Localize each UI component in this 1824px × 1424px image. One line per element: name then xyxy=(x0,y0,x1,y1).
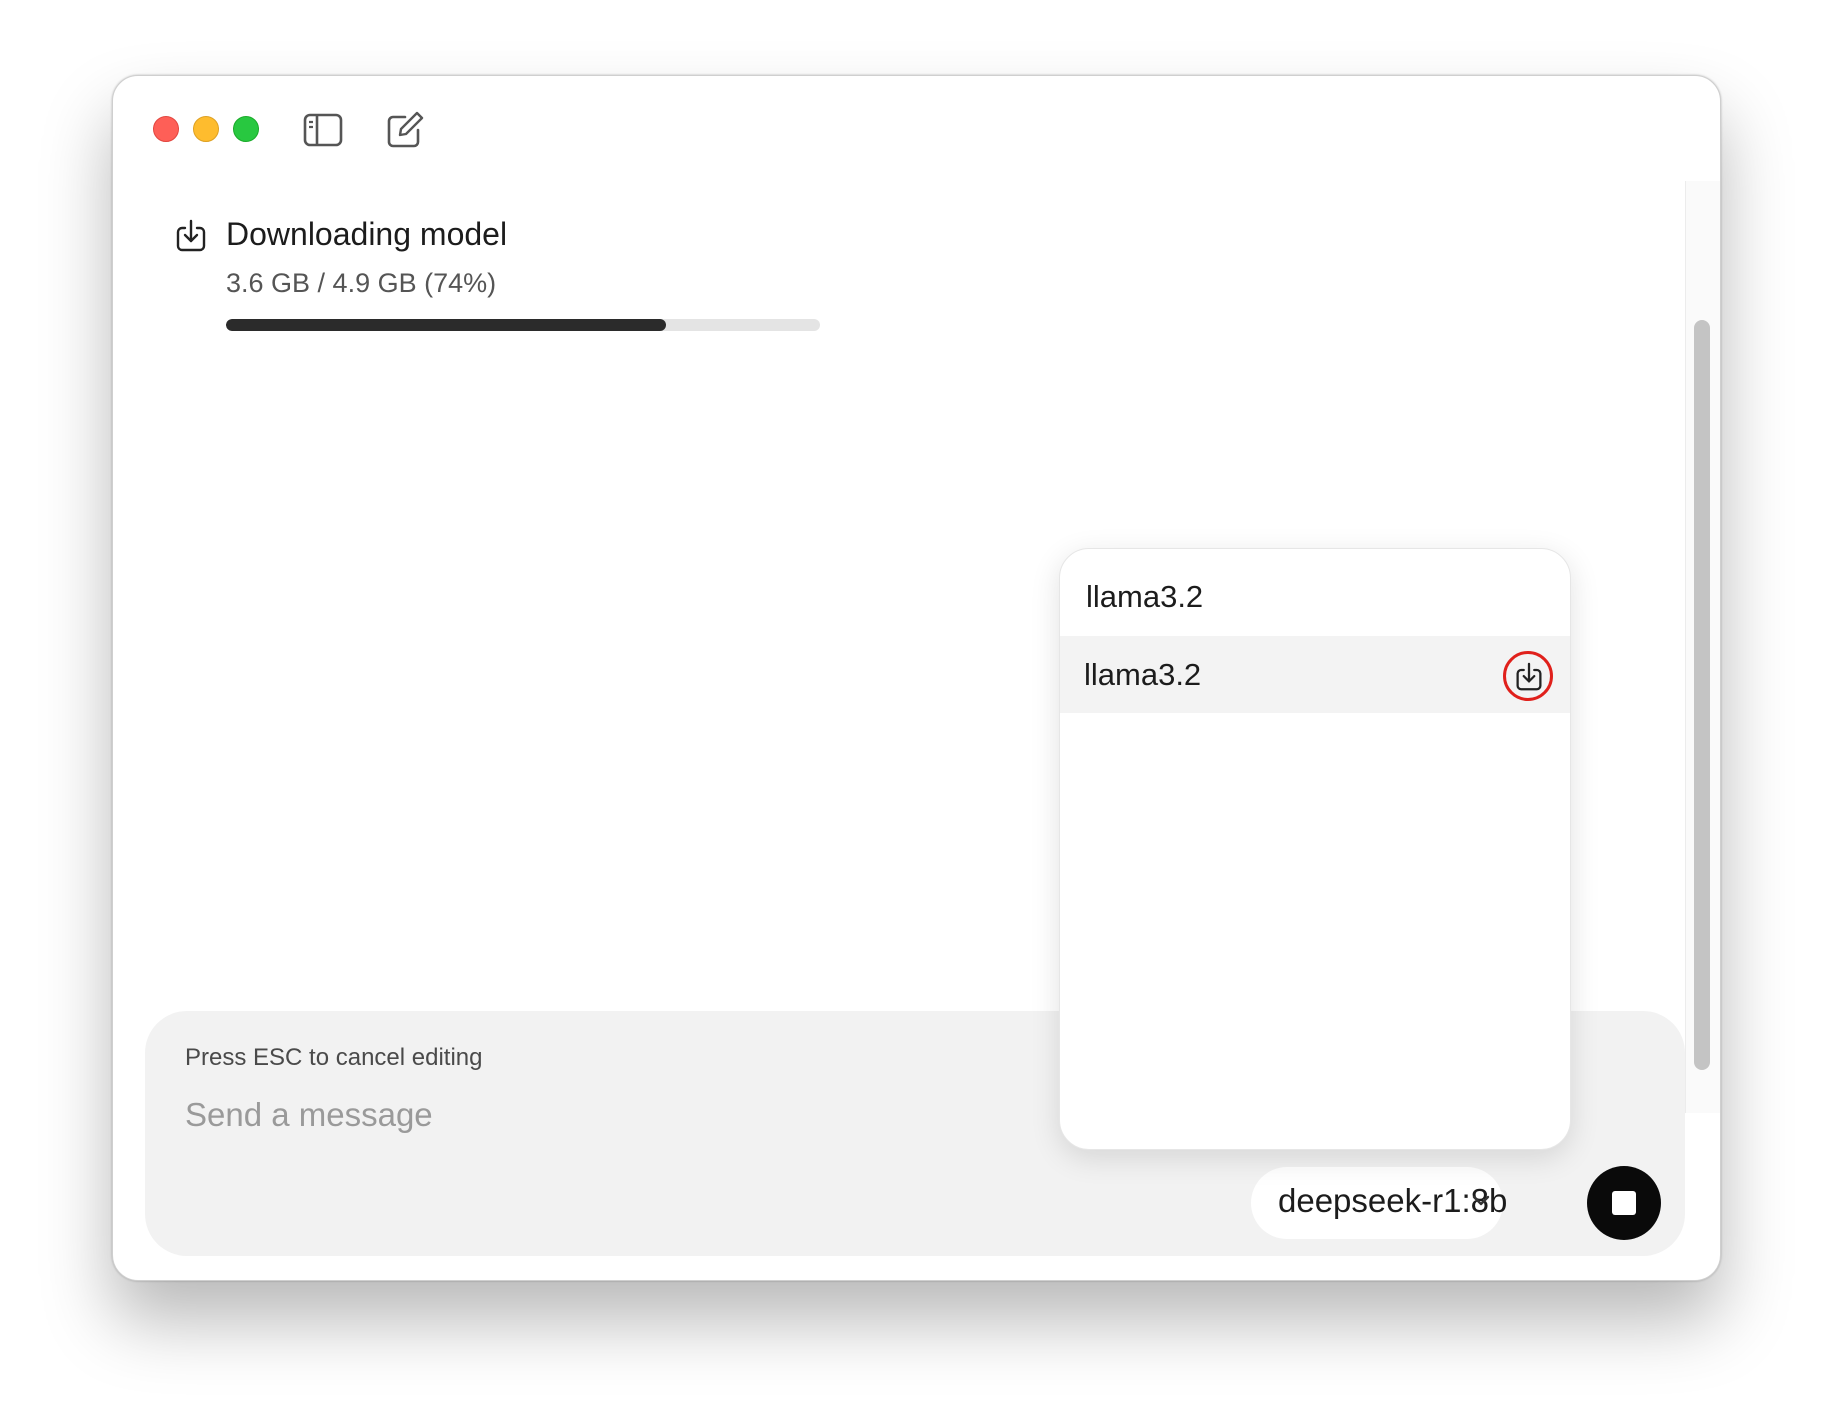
model-search-input[interactable] xyxy=(1084,571,1528,623)
edit-hint: Press ESC to cancel editing xyxy=(185,1044,483,1071)
maximize-window-button[interactable] xyxy=(233,116,259,142)
close-window-button[interactable] xyxy=(153,116,179,142)
download-progress-bar xyxy=(226,319,820,331)
minimize-window-button[interactable] xyxy=(193,116,219,142)
model-list-item-label: llama3.2 xyxy=(1084,657,1202,692)
message-input[interactable] xyxy=(183,1091,987,1139)
model-list-item[interactable]: llama3.2 xyxy=(1060,636,1570,713)
model-picker-popover: llama3.2 xyxy=(1059,548,1571,1150)
scrollbar-thumb[interactable] xyxy=(1694,320,1710,1070)
download-title: Downloading model xyxy=(226,216,508,252)
chevron-down-icon[interactable] xyxy=(1471,1194,1491,1208)
app-window: Downloading model 3.6 GB / 4.9 GB (74%) … xyxy=(112,75,1721,1281)
new-chat-icon[interactable] xyxy=(385,110,425,150)
model-download-button[interactable] xyxy=(1503,651,1553,701)
download-progress-text: 3.6 GB / 4.9 GB (74%) xyxy=(226,268,497,298)
download-icon xyxy=(175,219,207,253)
stop-icon xyxy=(1612,1191,1636,1215)
sidebar-toggle-icon[interactable] xyxy=(303,110,343,150)
stop-button[interactable] xyxy=(1587,1166,1661,1240)
download-progress-fill xyxy=(226,319,666,331)
download-icon xyxy=(1516,662,1542,691)
